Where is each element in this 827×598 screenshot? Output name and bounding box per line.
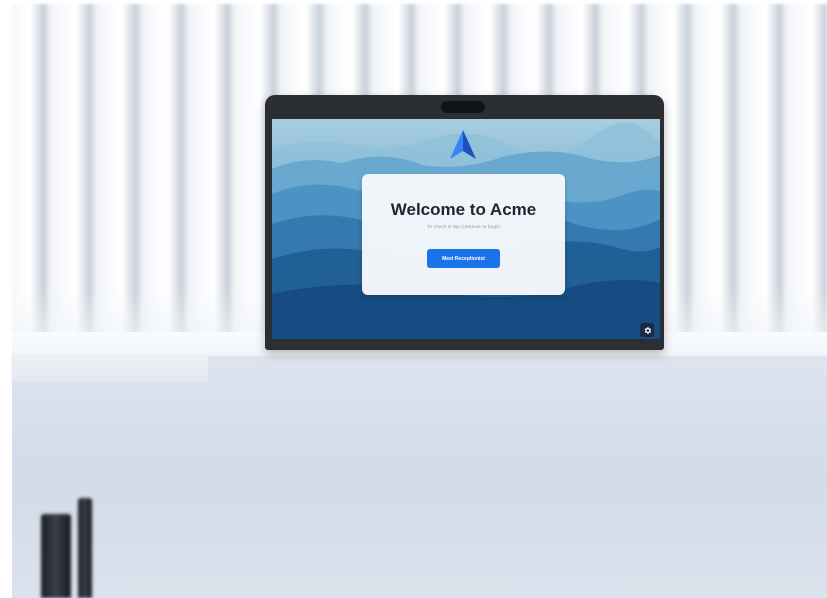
counter-front xyxy=(12,356,827,598)
gear-icon xyxy=(644,326,651,334)
welcome-subtitle: To check in tap Continue to begin xyxy=(426,224,501,229)
meet-receptionist-button[interactable]: Meet Receptionist xyxy=(427,249,500,268)
settings-button[interactable] xyxy=(640,323,654,337)
stanchion-post xyxy=(41,514,71,598)
welcome-card: Welcome to Acme To check in tap Continue… xyxy=(362,174,565,295)
welcome-title: Welcome to Acme xyxy=(390,200,537,219)
webcam xyxy=(441,101,485,113)
acme-arrow-logo-icon xyxy=(450,130,476,159)
kiosk-scene: Welcome to Acme To check in tap Continue… xyxy=(0,0,827,598)
stanchion-post xyxy=(78,498,92,598)
counter-ledge xyxy=(12,356,208,382)
